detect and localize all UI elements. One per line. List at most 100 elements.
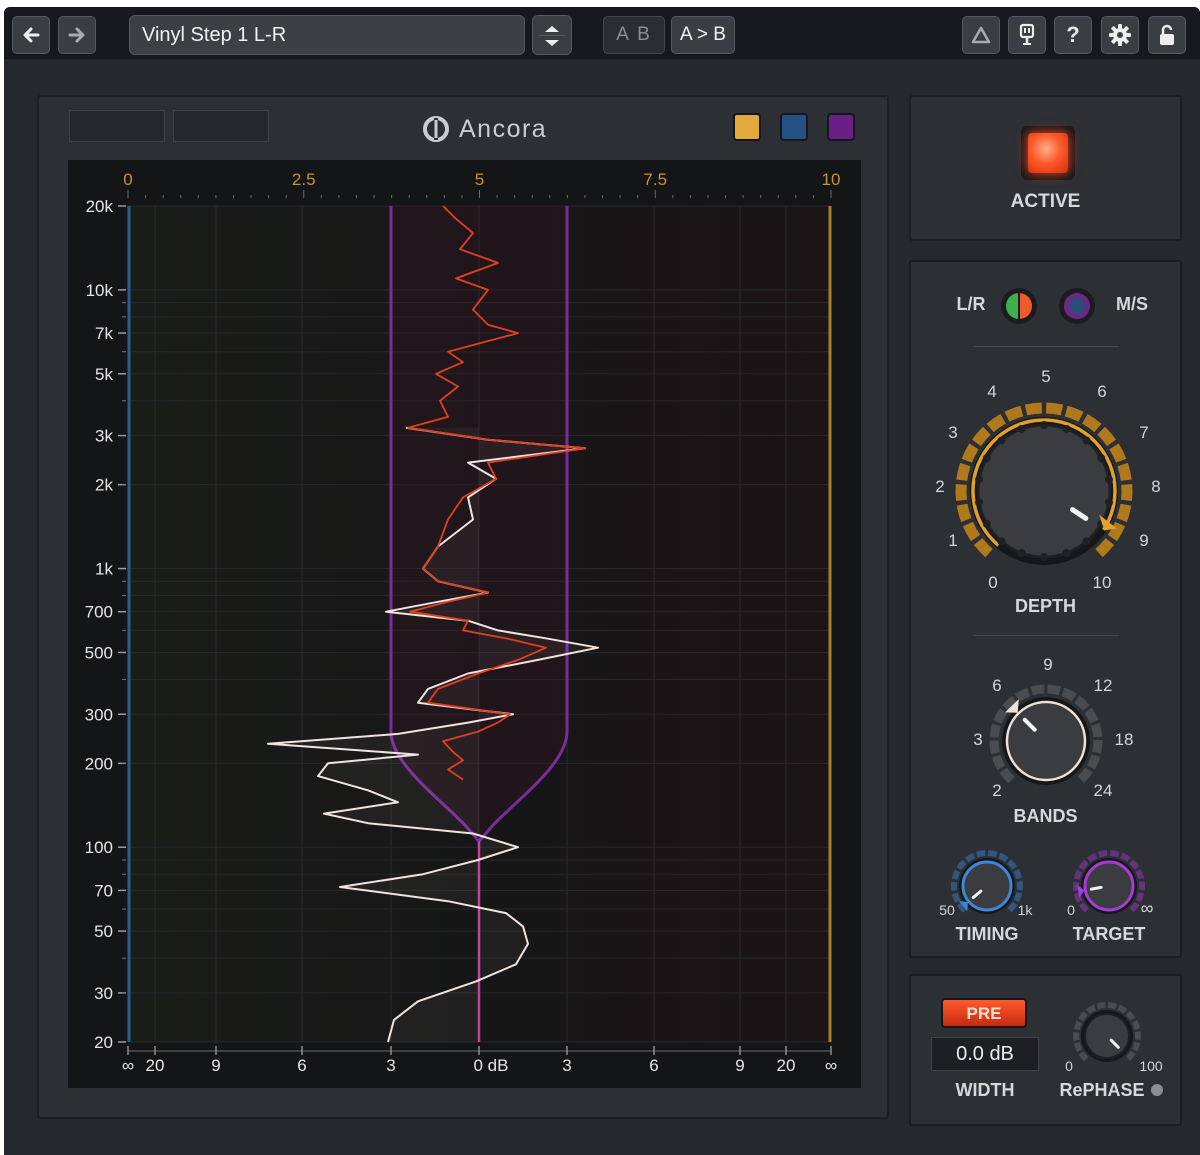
bottom-scale-label: ∞ [122, 1056, 134, 1075]
freq-label: 200 [85, 754, 113, 773]
bands-ring-segment [1074, 695, 1090, 711]
depth-ring-segment [971, 426, 991, 447]
knob-grip [1097, 454, 1106, 462]
depth-tick-label: 9 [1139, 531, 1149, 550]
active-panel: ACTIVE [909, 95, 1182, 241]
gear-icon [1109, 24, 1131, 46]
freq-label: 100 [85, 838, 113, 857]
preset-name-field[interactable]: Vinyl Step 1 L-R [129, 15, 525, 55]
arrow-right-icon [68, 27, 85, 43]
top-scale-label: 0 [123, 170, 132, 189]
knob-grip [1040, 421, 1048, 429]
depth-tick-label: 4 [987, 382, 997, 401]
forward-button[interactable] [58, 16, 96, 54]
up-down-arrows-icon [539, 26, 565, 46]
settings-button[interactable] [1101, 16, 1139, 54]
target-label: TARGET [1072, 924, 1146, 944]
freq-label: 2k [95, 476, 113, 495]
top-scale-label: 5 [475, 170, 484, 189]
width-panel: PRE 0.0 dB WIDTH 0 100 RePHASE [909, 974, 1182, 1126]
knob-ring-segment [1096, 1002, 1106, 1010]
bottom-scale-label: 3 [562, 1056, 571, 1075]
knob-ring-segment [951, 892, 961, 903]
depth-ring-segment [973, 538, 993, 558]
bottom-scale-label: 6 [297, 1056, 306, 1075]
knob-grip [1082, 537, 1091, 546]
depth-tick-label: 2 [935, 477, 945, 496]
tuning-button[interactable] [1008, 16, 1046, 54]
bands-tick-label: 6 [992, 676, 1002, 695]
depth-ring-segment [1116, 503, 1132, 522]
lr-mode-button[interactable] [999, 286, 1039, 326]
delta-button[interactable] [962, 16, 1000, 54]
depth-tick-label: 1 [948, 531, 958, 550]
active-label: ACTIVE [1010, 191, 1081, 212]
pre-button[interactable]: PRE [941, 998, 1027, 1028]
knob-ring-segment [1120, 852, 1131, 863]
bands-ring-segment [1084, 707, 1099, 724]
knob-ring-segment [1125, 1010, 1136, 1021]
freq-label: 500 [85, 643, 113, 662]
depth-ring-segment [956, 462, 971, 481]
bands-ring-segment [1091, 723, 1103, 738]
freq-label: 50 [94, 922, 113, 941]
depth-ring-segment [962, 521, 981, 542]
depth-tick-label: 8 [1151, 477, 1161, 496]
preset-up-down-button[interactable] [532, 15, 572, 55]
knob-ring-segment [1126, 1050, 1136, 1061]
width-value-field[interactable]: 0.0 dB [931, 1037, 1039, 1071]
ms-mode-button[interactable] [1057, 286, 1097, 326]
bands-ring-segment [1061, 687, 1077, 702]
knob-grip [997, 537, 1006, 546]
knob-cap [1084, 1013, 1130, 1059]
knob-cap [961, 860, 1013, 912]
knob-grip [1062, 424, 1071, 433]
depth-ring-segment [1082, 413, 1102, 433]
color-swatch-blue[interactable] [780, 113, 808, 141]
knob-cap [1083, 860, 1135, 912]
lock-button[interactable] [1148, 16, 1186, 54]
depth-ring-segment [1120, 484, 1133, 502]
rephase-led-icon[interactable] [1151, 1084, 1163, 1096]
help-button[interactable]: ? [1054, 16, 1092, 54]
frequency-graph[interactable]: 0 2.5 5 7.5 10 20k 10k 7k 5k 3k 2k 1k 700 500 300 200 10… [68, 160, 861, 1088]
bottom-scale-label: 9 [735, 1056, 744, 1075]
top-scale-label: 2.5 [292, 170, 316, 189]
bands-label: BANDS [1013, 806, 1078, 826]
bands-ring-segment [1047, 684, 1062, 696]
knob-ring-segment [1135, 869, 1145, 880]
knob-ring-segment [1086, 852, 1098, 863]
ab-compare-button[interactable]: A B [603, 16, 665, 54]
timing-label: TIMING [955, 924, 1019, 944]
timing-min: 50 [939, 902, 955, 918]
tuning-fork-icon [1019, 23, 1035, 45]
rephase-min: 0 [1065, 1058, 1073, 1074]
knob-ring-segment [1013, 869, 1023, 880]
bands-ring-segment [999, 767, 1015, 784]
knob-grip [975, 498, 984, 507]
freq-label: 20 [94, 1033, 113, 1052]
active-button[interactable] [1021, 126, 1075, 180]
bands-ring-segment [993, 708, 1008, 724]
width-label: WIDTH [955, 1080, 1015, 1100]
target-max: ∞ [1140, 898, 1154, 918]
back-button[interactable] [12, 16, 50, 54]
knob-ring-segment [1131, 1020, 1141, 1030]
controls-panel: L/R M/S 0 1 2 3 4 5 6 7 8 9 10 DEPTH 2 3 6 9 12 18 24 BA… [909, 260, 1182, 958]
depth-knob[interactable] [949, 396, 1139, 586]
color-swatch-gold[interactable] [733, 113, 761, 141]
freq-label: 20k [86, 197, 114, 216]
bottom-scale-label: 0 dB [474, 1056, 509, 1075]
knob-ring-segment [1109, 850, 1120, 858]
bands-tick-label: 12 [1093, 676, 1113, 695]
depth-tick-label: 10 [1092, 573, 1112, 592]
depth-ring-segment [956, 503, 972, 522]
depth-ring-segment [1064, 405, 1084, 422]
freq-label: 10k [86, 281, 114, 300]
depth-ring-segment [1095, 538, 1115, 558]
level-meter-right [173, 110, 269, 142]
copy-a-to-b-button[interactable]: A > B [671, 16, 735, 54]
knob-grip [1017, 549, 1026, 558]
color-swatch-purple[interactable] [827, 113, 855, 141]
depth-tick-label: 0 [988, 573, 998, 592]
